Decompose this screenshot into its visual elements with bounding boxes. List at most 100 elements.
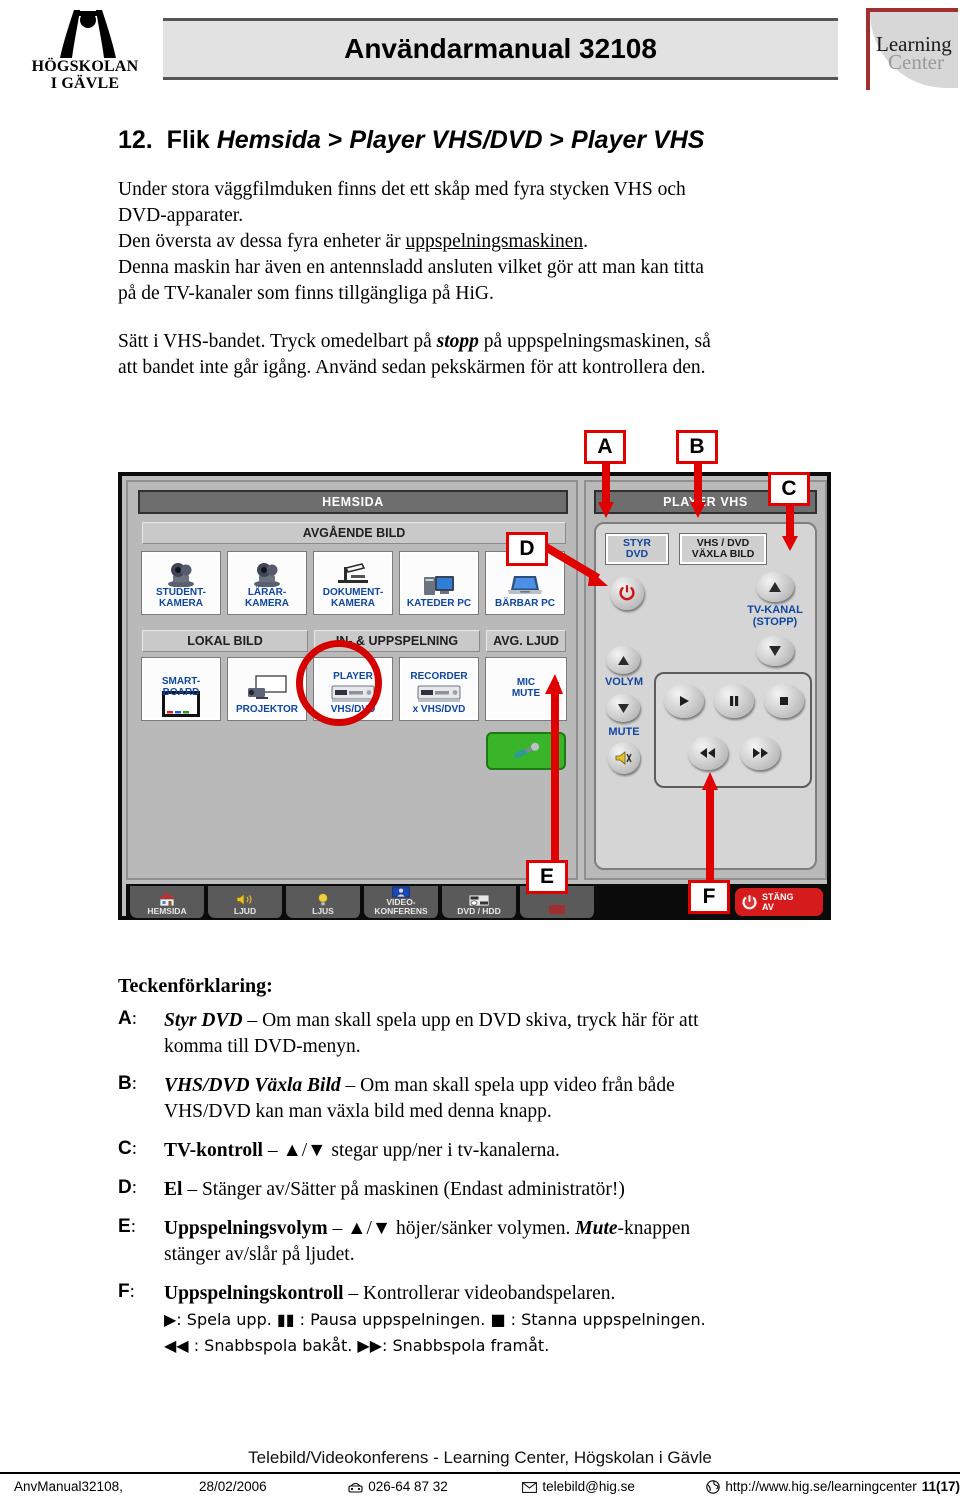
label-mute: MUTE bbox=[608, 726, 640, 738]
globe-icon bbox=[706, 1480, 721, 1495]
button-label: PROJEKTOR bbox=[235, 704, 299, 715]
nav-tab-videokonferens[interactable]: VIDEO- KONFERENS bbox=[364, 886, 440, 918]
legend-key-d: D: bbox=[118, 1177, 138, 1198]
button-label: MIC MUTE bbox=[511, 676, 541, 699]
button-kateder-pc[interactable]: KATEDER PC bbox=[399, 551, 479, 615]
legend-desc-a-line2: komma till DVD-menyn. bbox=[164, 1036, 361, 1057]
legend-term-f: Uppspelningskontroll bbox=[164, 1283, 344, 1304]
legend-item-a: A: Styr DVD – Om man skall spela upp en … bbox=[118, 1008, 858, 1060]
learning-center-logo: Learning Center bbox=[860, 6, 958, 92]
section-title-italic-2: Player VHS/DVD bbox=[349, 126, 543, 154]
camera-icon bbox=[168, 563, 194, 587]
legend-desc-e-line1: – ▲/▼ höjer/sänker volymen. bbox=[327, 1218, 576, 1239]
button-label-top: RECORDER bbox=[410, 671, 468, 682]
button-stop[interactable] bbox=[764, 684, 804, 718]
group-label-avgaende-bild: AVGÅENDE BILD bbox=[142, 522, 566, 544]
page-title: 12. Flik Hemsida > Player VHS/DVD > Play… bbox=[118, 126, 848, 155]
envelope-icon bbox=[522, 1482, 538, 1494]
telephone-icon bbox=[348, 1483, 363, 1493]
touchscreen-bezel: HEMSIDA AVGÅENDE BILD STUDENT- KAMERA LÄ… bbox=[118, 472, 831, 920]
nav-tab-label: LJUS bbox=[312, 906, 334, 916]
button-vhs-dvd-vaxla-bild[interactable]: VHS / DVD VÄXLA BILD bbox=[679, 533, 767, 565]
touchscreen-figure: HEMSIDA AVGÅENDE BILD STUDENT- KAMERA LÄ… bbox=[118, 430, 831, 920]
button-stang-av[interactable]: STÄNG AV bbox=[735, 888, 823, 916]
nav-tab-ljus[interactable]: LJUS bbox=[286, 886, 362, 918]
intro-line-3-underlined: uppspelningsmaskinen bbox=[405, 231, 584, 252]
button-label: STÄNG AV bbox=[762, 892, 794, 912]
legend-body-f: Uppspelningskontroll – Kontrollerar vide… bbox=[164, 1281, 706, 1359]
legend-desc-b-line2: VHS/DVD kan man växla bild med denna kna… bbox=[164, 1101, 552, 1122]
lc-logo-line2: Center bbox=[888, 50, 944, 74]
button-rewind[interactable] bbox=[688, 736, 728, 770]
button-label: KATEDER PC bbox=[406, 598, 472, 609]
legend-key-letter: D bbox=[118, 1177, 132, 1198]
button-larar-kamera[interactable]: LÄRAR- KAMERA bbox=[227, 551, 307, 615]
button-volym-down[interactable] bbox=[606, 694, 640, 722]
button-label: LÄRAR- KAMERA bbox=[245, 587, 289, 609]
triangle-up-icon bbox=[617, 655, 629, 665]
instruction-part-b: på uppspelningsmaskinen, så bbox=[478, 331, 711, 352]
footer-doc-id: AnvManual32108, bbox=[14, 1479, 123, 1495]
button-tv-kanal-up[interactable] bbox=[756, 572, 794, 602]
footer-url-text: http://www.hig.se/learningcenter bbox=[725, 1479, 917, 1494]
legend-desc-e-emphasis: Mute bbox=[575, 1218, 618, 1239]
legend-desc-a-line1: – Om man skall spela upp en DVD skiva, t… bbox=[242, 1010, 699, 1031]
annotation-arrow-d bbox=[541, 542, 608, 586]
button-dokument-kamera[interactable]: DOKUMENT- KAMERA bbox=[313, 551, 393, 615]
legend-term-b: VHS/DVD Växla Bild bbox=[164, 1075, 341, 1096]
legend-key-letter: E bbox=[118, 1216, 131, 1237]
triangle-down-icon bbox=[769, 646, 781, 656]
hig-logo-line2: I GÄVLE bbox=[50, 75, 120, 92]
button-smart-board[interactable]: SMART- BOARD bbox=[141, 657, 221, 721]
play-icon bbox=[680, 696, 689, 706]
nav-tab-label: HEMSIDA bbox=[147, 906, 187, 916]
group-label-avg-ljud: AVG. LJUD bbox=[486, 630, 566, 652]
legend-item-c: C: TV-kontroll – ▲/▼ stegar upp/ner i tv… bbox=[118, 1138, 858, 1164]
legend-item-d: D: El – Stänger av/Sätter på maskinen (E… bbox=[118, 1177, 858, 1203]
footer-date: 28/02/2006 bbox=[199, 1479, 267, 1495]
annotation-label-d: D bbox=[506, 532, 548, 566]
button-play[interactable] bbox=[664, 684, 704, 718]
hemsida-title-bar: HEMSIDA bbox=[138, 490, 568, 514]
legend-desc-f-line3: ◀◀ : Snabbspola bakåt. ▶▶: Snabbspola fr… bbox=[164, 1336, 550, 1355]
speaker-mute-icon bbox=[615, 751, 632, 765]
triangle-down-icon bbox=[617, 703, 629, 713]
rewind-icon bbox=[700, 748, 715, 758]
vcr-icon bbox=[417, 685, 461, 702]
hogskolan-i-gavle-logo: HÖGSKOLAN I GÄVLE bbox=[20, 6, 150, 96]
hig-logo-line1: HÖGSKOLAN bbox=[31, 58, 139, 75]
legend-key-b: B: bbox=[118, 1073, 138, 1094]
button-pause[interactable] bbox=[714, 684, 754, 718]
button-student-kamera[interactable]: STUDENT- KAMERA bbox=[141, 551, 221, 615]
nav-tab-dvd-hdd[interactable]: DVD / HDD bbox=[442, 886, 518, 918]
microphone-icon bbox=[513, 742, 540, 759]
intro-line-3a: Den översta av dessa fyra enheter är bbox=[118, 231, 406, 252]
power-icon bbox=[619, 585, 635, 601]
button-label-bottom: x VHS/DVD bbox=[412, 704, 466, 715]
button-mute[interactable] bbox=[608, 742, 640, 774]
button-recorder-vhs-dvd[interactable]: RECORDER x VHS/DVD bbox=[399, 657, 479, 721]
button-styr-dvd[interactable]: STYR DVD bbox=[605, 533, 669, 565]
button-label: VHS / DVD VÄXLA BILD bbox=[691, 537, 755, 560]
intro-line-3b: . bbox=[583, 231, 589, 252]
annotation-label-a: A bbox=[584, 430, 626, 464]
button-fast-forward[interactable] bbox=[740, 736, 780, 770]
label-volym: VOLYM bbox=[604, 676, 644, 688]
legend-key-letter: C bbox=[118, 1138, 132, 1159]
nav-tab-ljud[interactable]: LJUD bbox=[208, 886, 284, 918]
button-volym-up[interactable] bbox=[606, 646, 640, 674]
button-projektor[interactable]: PROJEKTOR bbox=[227, 657, 307, 721]
pause-icon bbox=[730, 696, 739, 706]
camera-icon bbox=[254, 563, 280, 587]
instruction-part-c: att bandet inte går igång. Använd sedan … bbox=[118, 357, 706, 378]
button-el-power[interactable] bbox=[610, 576, 644, 610]
footer-phone: 026-64 87 32 bbox=[348, 1479, 522, 1494]
footer-email: telebild@hig.se bbox=[522, 1479, 706, 1494]
legend-term-c: TV-kontroll bbox=[164, 1140, 263, 1161]
nav-tab-hemsida[interactable]: HEMSIDA bbox=[130, 886, 206, 918]
legend-desc-b-line1: – Om man skall spela upp video från både bbox=[340, 1075, 675, 1096]
legend-term-a: Styr DVD bbox=[164, 1010, 243, 1031]
fast-forward-icon bbox=[753, 748, 768, 758]
hig-logo-text: HÖGSKOLAN I GÄVLE bbox=[20, 58, 150, 92]
button-tv-kanal-down[interactable] bbox=[756, 636, 794, 666]
